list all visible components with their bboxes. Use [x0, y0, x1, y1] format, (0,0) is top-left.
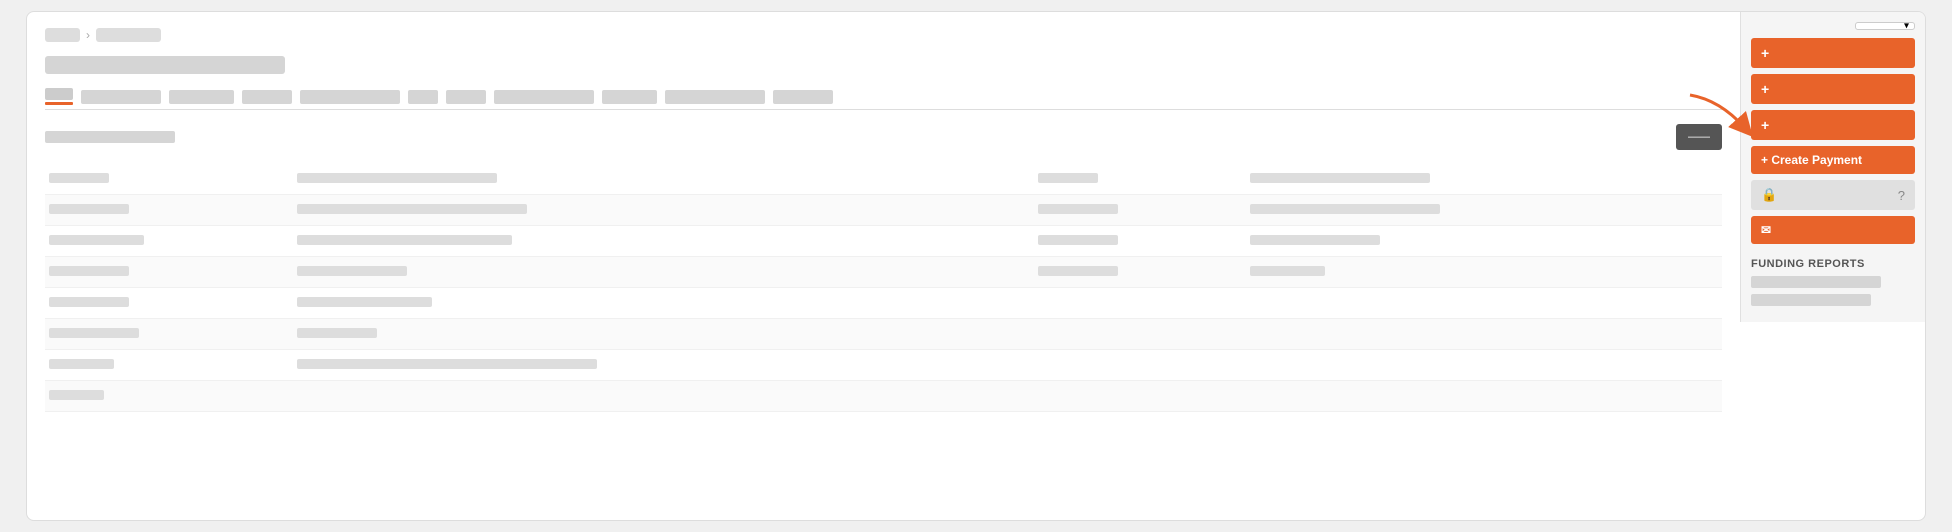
page-title — [45, 56, 285, 74]
breadcrumb-separator: › — [86, 28, 90, 42]
top-controls: —— — [45, 124, 1722, 150]
breadcrumb-item-2[interactable] — [96, 28, 161, 42]
lock-button[interactable]: 🔒 ? — [1751, 180, 1915, 210]
plus-icon-2: + — [1761, 81, 1769, 97]
tab-10[interactable] — [773, 90, 833, 104]
tab-6[interactable] — [446, 90, 486, 104]
create-payment-button[interactable]: + Create Payment — [1751, 146, 1915, 174]
right-sidebar-wrapper: + + + + Create Payment 🔒 ? ✉ — [1740, 12, 1925, 520]
right-sidebar: + + + + Create Payment 🔒 ? ✉ — [1740, 12, 1925, 322]
funding-reports-section: FUNDING REPORTS — [1741, 258, 1925, 312]
tab-3[interactable] — [242, 90, 292, 104]
tab-5[interactable] — [408, 90, 438, 104]
tab-9[interactable] — [665, 90, 765, 104]
table-row — [45, 381, 1722, 412]
email-button[interactable]: ✉ — [1751, 216, 1915, 244]
breadcrumb: › — [45, 28, 1722, 42]
table-row — [45, 164, 1722, 195]
data-table — [45, 164, 1722, 412]
table-row — [45, 319, 1722, 350]
table-row — [45, 257, 1722, 288]
tab-8[interactable] — [602, 90, 657, 104]
table-row — [45, 195, 1722, 226]
content-area: › —— — [27, 12, 1740, 520]
funding-reports-title: FUNDING REPORTS — [1751, 258, 1915, 270]
lock-icon: 🔒 — [1761, 187, 1777, 203]
funding-report-item-1[interactable] — [1751, 276, 1881, 288]
section-label — [45, 131, 175, 143]
table-row — [45, 350, 1722, 381]
tabs-row — [45, 88, 1722, 110]
plus-icon-1: + — [1761, 45, 1769, 61]
action-button-2[interactable]: + — [1751, 74, 1915, 104]
question-icon: ? — [1898, 188, 1905, 203]
breadcrumb-item-1[interactable] — [45, 28, 80, 42]
sidebar-top-row — [1741, 22, 1925, 30]
action-button-3[interactable]: + — [1751, 110, 1915, 140]
tab-1[interactable] — [81, 90, 161, 104]
create-payment-label: + Create Payment — [1761, 153, 1862, 167]
tab-4[interactable] — [300, 90, 400, 104]
main-container: › —— — [26, 11, 1926, 521]
table-row — [45, 288, 1722, 319]
dropdown-button[interactable] — [1855, 22, 1915, 30]
funding-report-item-2[interactable] — [1751, 294, 1871, 306]
table-row — [45, 226, 1722, 257]
tab-7[interactable] — [494, 90, 594, 104]
plus-icon-3: + — [1761, 117, 1769, 133]
tab-active[interactable] — [45, 88, 73, 105]
email-icon: ✉ — [1761, 223, 1771, 237]
action-button-1[interactable]: + — [1751, 38, 1915, 68]
tab-2[interactable] — [169, 90, 234, 104]
dark-action-button[interactable]: —— — [1676, 124, 1722, 150]
